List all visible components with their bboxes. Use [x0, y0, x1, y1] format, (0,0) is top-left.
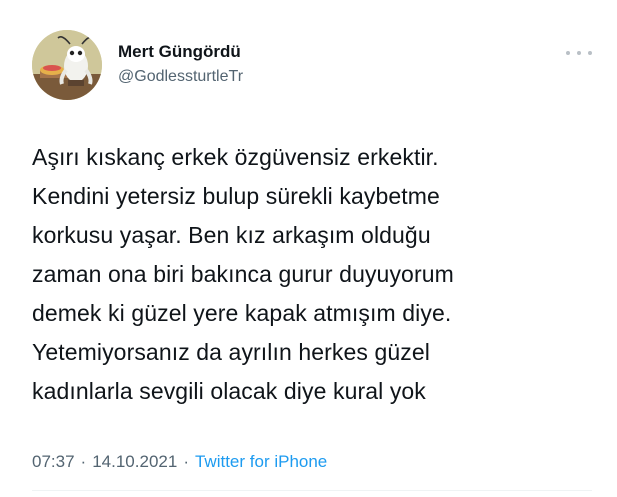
dot	[566, 51, 570, 55]
tweet-source-link[interactable]: Twitter for iPhone	[195, 452, 327, 471]
tweet-header: Mert Güngördü @GodlessturtleTr	[32, 30, 592, 102]
cartoon-avatar-icon	[32, 30, 102, 100]
dot	[577, 51, 581, 55]
more-options-icon[interactable]	[566, 46, 592, 60]
divider	[32, 490, 592, 491]
tweet-text: Aşırı kıskanç erkek özgüvensiz erkektir.…	[32, 144, 454, 404]
tweet-card: Mert Güngördü @GodlessturtleTr Aşırı kıs…	[0, 0, 617, 497]
tweet-meta: 07:37 · 14.10.2021 · Twitter for iPhone	[32, 452, 327, 472]
author-handle[interactable]: @GodlessturtleTr	[118, 68, 243, 86]
tweet-date[interactable]: 14.10.2021	[92, 452, 177, 471]
tweet-time[interactable]: 07:37	[32, 452, 75, 471]
dot	[588, 51, 592, 55]
meta-separator: ·	[80, 452, 87, 471]
author-display-name[interactable]: Mert Güngördü	[118, 42, 241, 62]
meta-separator: ·	[183, 452, 189, 471]
avatar[interactable]	[32, 30, 102, 100]
